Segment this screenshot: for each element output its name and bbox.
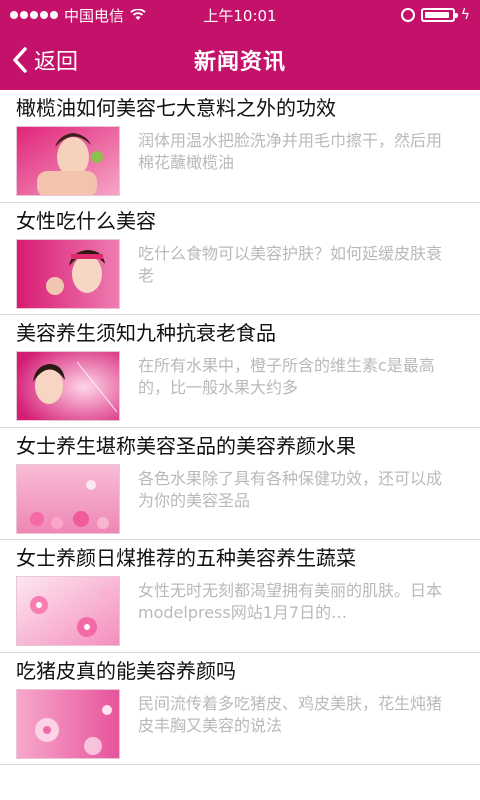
news-summary: 女性无时无刻都渴望拥有美丽的肌肤。日本modelpress网站1月7日的…	[138, 581, 443, 622]
news-title: 美容养生须知九种抗衰老食品	[16, 321, 276, 345]
news-title: 女士养颜日煤推荐的五种美容养生蔬菜	[16, 546, 356, 570]
news-item[interactable]: 吃猪皮真的能美容养颜吗 民间流传着多吃猪皮、鸡皮美肤，花生炖猪皮丰胸又美容的说法	[0, 653, 480, 765]
status-bar: 中国电信 上午10:01 ϟ	[0, 0, 480, 30]
news-title: 橄榄油如何美容七大意料之外的功效	[16, 96, 336, 120]
news-thumbnail	[16, 576, 120, 646]
news-summary: 吃什么食物可以美容护肤？如何延缓皮肤衰老	[138, 243, 443, 285]
news-item[interactable]: 橄榄油如何美容七大意料之外的功效 润体用温水把脸洗净并用毛巾擦干，然后用棉花蘸橄…	[0, 90, 480, 203]
charging-icon: ϟ	[460, 7, 470, 23]
news-title: 女士养生堪称美容圣品的美容养颜水果	[16, 433, 356, 458]
rotation-lock-icon	[400, 8, 415, 22]
chevron-left-icon	[12, 46, 28, 74]
news-item[interactable]: 女士养颜日煤推荐的五种美容养生蔬菜 女性无时无刻都渴望拥有美丽的肌肤。日本mod…	[0, 540, 480, 653]
news-title: 吃猪皮真的能美容养颜吗	[16, 658, 236, 683]
status-left: 中国电信	[10, 5, 146, 26]
back-label: 返回	[34, 50, 79, 75]
news-thumbnail	[16, 126, 120, 196]
status-right: ϟ	[400, 7, 470, 23]
nav-bar: 返回 新闻资讯	[0, 30, 480, 90]
back-button[interactable]: 返回	[12, 30, 78, 90]
signal-strength-icon	[10, 11, 58, 19]
news-summary: 在所有水果中，橙子所含的维生素c是最高的，比一般水果大约多	[138, 356, 435, 397]
news-thumbnail	[16, 351, 120, 421]
news-item[interactable]: 女性吃什么美容 吃什么食物可以美容护肤？如何延缓皮肤衰老	[0, 203, 480, 315]
news-thumbnail	[16, 688, 120, 759]
news-summary: 各色水果除了具有各种保健功效，还可以成为你的美容圣品	[138, 468, 443, 510]
wifi-icon	[130, 9, 146, 21]
news-item[interactable]: 女士养生堪称美容圣品的美容养颜水果 各色水果除了具有各种保健功效，还可以成为你的…	[0, 428, 480, 540]
news-summary: 润体用温水把脸洗净并用毛巾擦干，然后用棉花蘸橄榄油	[138, 131, 443, 172]
battery-icon	[420, 8, 458, 22]
news-item[interactable]: 美容养生须知九种抗衰老食品 在所有水果中，橙子所含的维生素c是最高的，比一般水果…	[0, 315, 480, 428]
news-thumbnail	[16, 238, 120, 309]
news-summary: 民间流传着多吃猪皮、鸡皮美肤，花生炖猪皮丰胸又美容的说法	[138, 693, 443, 735]
news-list: 橄榄油如何美容七大意料之外的功效 润体用温水把脸洗净并用毛巾擦干，然后用棉花蘸橄…	[0, 90, 480, 765]
carrier-label: 中国电信	[64, 6, 125, 25]
news-title: 女性吃什么美容	[16, 208, 156, 233]
news-thumbnail	[16, 463, 120, 534]
